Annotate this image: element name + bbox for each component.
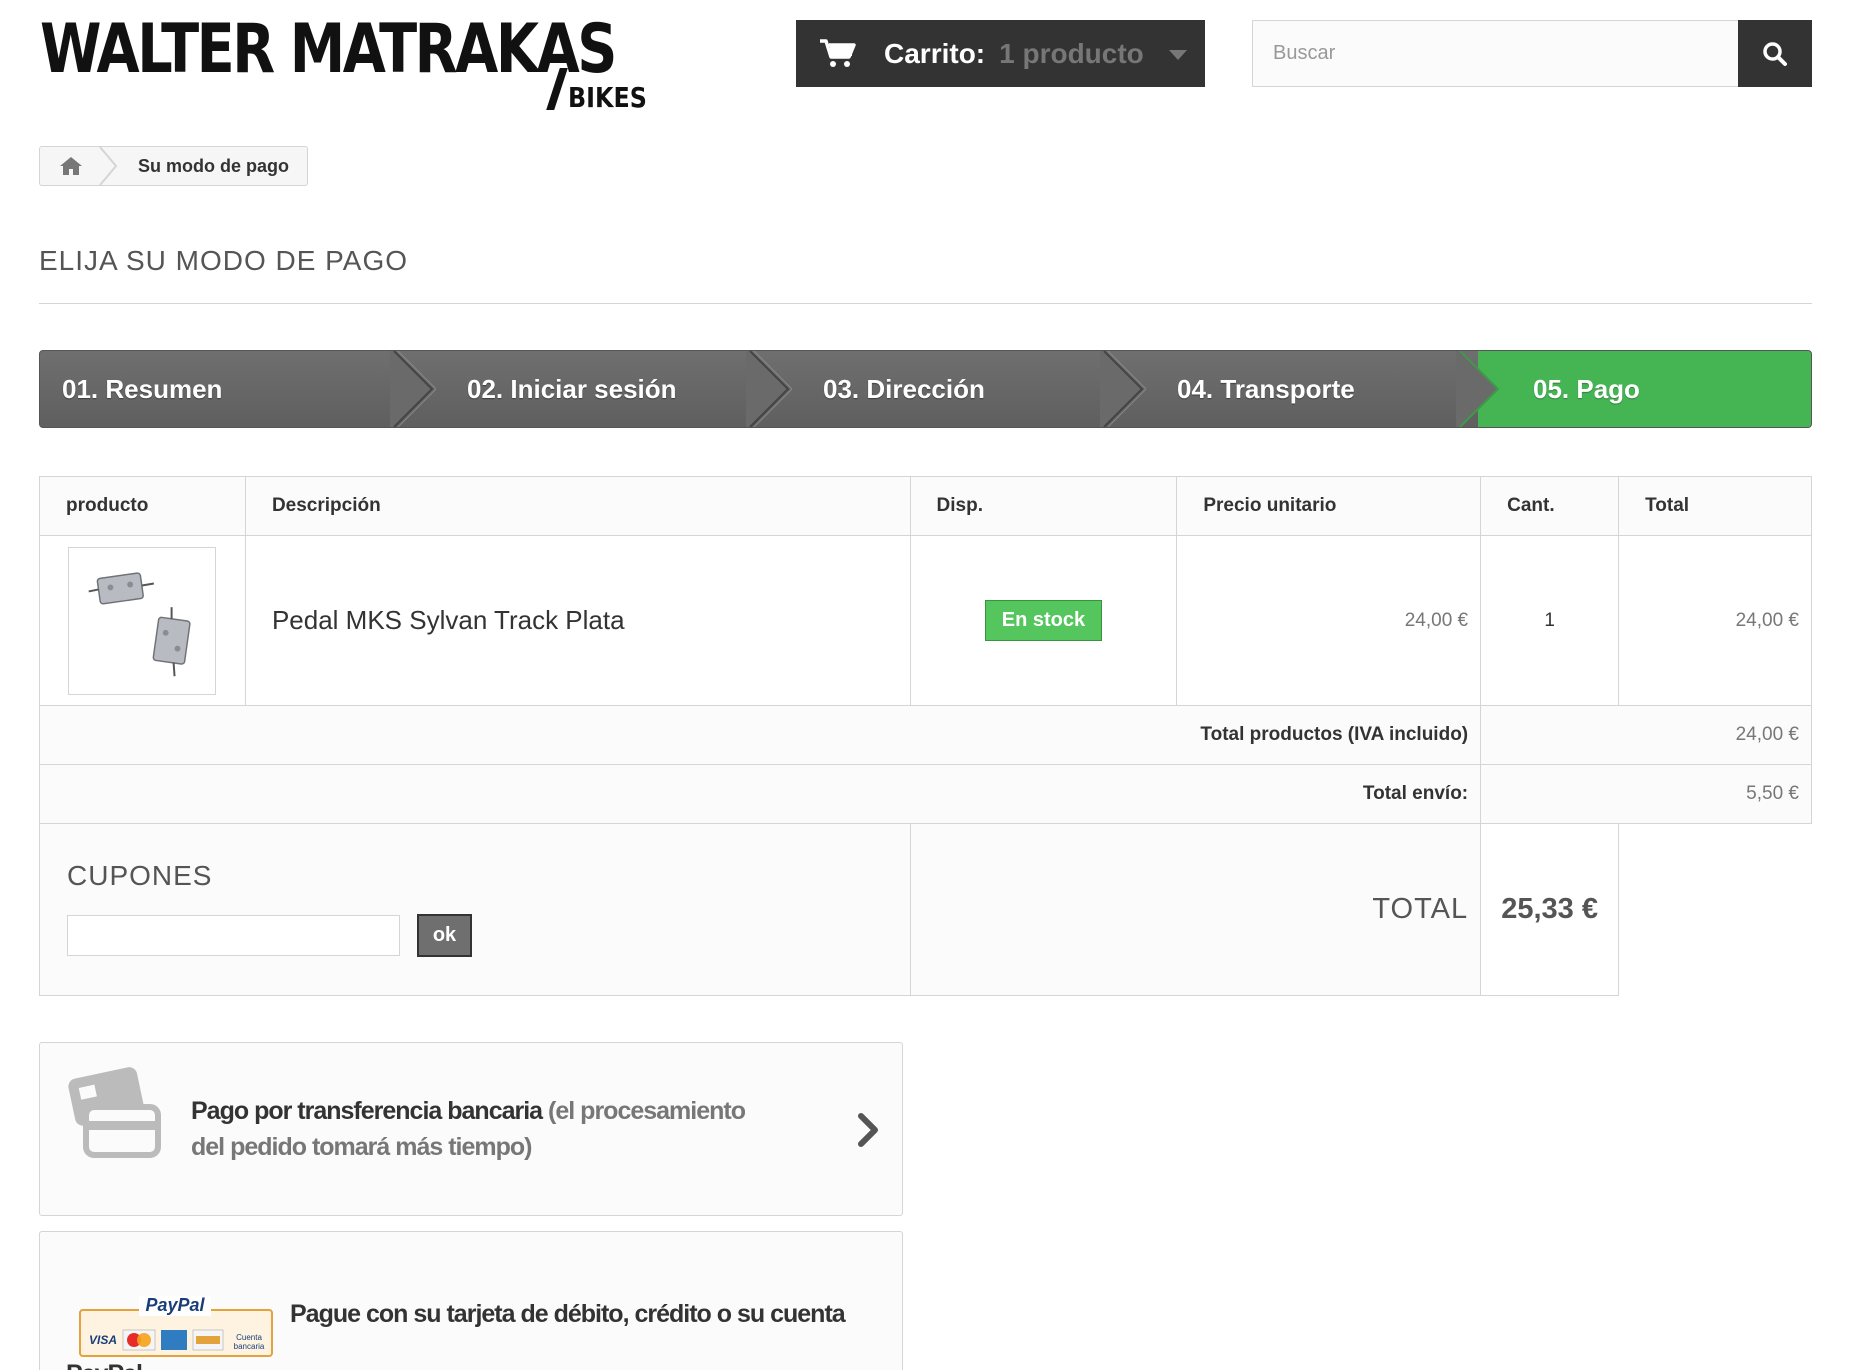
quantity: 1 xyxy=(1480,535,1620,706)
column-header: Disp. xyxy=(909,476,1178,536)
product-image-cell xyxy=(39,535,246,706)
column-header: Precio unitario xyxy=(1176,476,1482,536)
cart-icon xyxy=(820,38,856,67)
table-header-row: producto Descripción Disp. Precio unitar… xyxy=(39,476,1812,536)
breadcrumb-separator xyxy=(99,147,118,185)
products-total-label: Total productos (IVA incluido) xyxy=(38,705,1482,765)
total-value: 25,33 € xyxy=(1501,893,1598,925)
svg-text:bancaria: bancaria xyxy=(234,1342,265,1351)
availability-cell: En stock xyxy=(909,535,1178,706)
payment-option-bank-transfer[interactable]: Pago por transferencia bancaria (el proc… xyxy=(39,1042,903,1216)
credit-card-icon xyxy=(68,1067,161,1158)
coupon-submit-button[interactable]: ok xyxy=(417,914,472,957)
search-form xyxy=(1252,20,1812,87)
step-login[interactable]: 02. Iniciar sesión xyxy=(412,351,768,427)
breadcrumb: Su modo de pago xyxy=(39,146,308,186)
chevron-down-icon xyxy=(1169,50,1187,60)
shipping-total-label: Total envío: xyxy=(38,764,1482,824)
paypal-text: Pague con su tarjeta de débito, crédito … xyxy=(290,1300,846,1328)
step-summary[interactable]: 01. Resumen xyxy=(40,351,412,427)
step-arrow xyxy=(390,351,436,427)
total-label-cell: TOTAL xyxy=(909,823,1482,996)
title-divider xyxy=(39,303,1812,304)
coupon-input[interactable] xyxy=(67,915,400,956)
svg-text:VISA: VISA xyxy=(89,1333,117,1347)
paypal-text-2: PayPal xyxy=(66,1360,143,1370)
cart-label: Carrito: xyxy=(884,37,986,69)
step-label: 03. Dirección xyxy=(823,373,985,404)
product-description[interactable]: Pedal MKS Sylvan Track Plata xyxy=(244,535,911,706)
paypal-logo: PayPal VISA Cuenta bancaria xyxy=(79,1295,273,1357)
shipping-total-value: 5,50 € xyxy=(1480,764,1812,824)
column-header: Cant. xyxy=(1480,476,1620,536)
empty-cell xyxy=(1618,823,1812,996)
store-logo[interactable]: WALTER MATRAKAS BIKES xyxy=(40,16,647,112)
step-label: 04. Transporte xyxy=(1177,373,1355,404)
chevron-right-icon xyxy=(858,1113,878,1147)
home-icon xyxy=(60,157,82,175)
column-header: Total xyxy=(1618,476,1812,536)
unit-price: 24,00 € xyxy=(1176,535,1482,706)
logo-subtext: BIKES xyxy=(568,81,647,114)
checkout-steps: 01. Resumen 02. Iniciar sesión 03. Direc… xyxy=(39,350,1812,428)
line-total: 24,00 € xyxy=(1618,535,1812,706)
total-label: TOTAL xyxy=(1372,893,1469,925)
breadcrumb-current: Su modo de pago xyxy=(138,155,289,176)
bank-transfer-text: Pago por transferencia bancaria (el proc… xyxy=(191,1093,781,1165)
step-shipping[interactable]: 04. Transporte xyxy=(1122,351,1478,427)
step-arrow xyxy=(746,351,792,427)
coupon-title: CUPONES xyxy=(67,860,213,891)
cart-summary-table: producto Descripción Disp. Precio unitar… xyxy=(38,476,1812,996)
search-button[interactable] xyxy=(1738,20,1812,87)
shipping-total-row: Total envío: 5,50 € xyxy=(38,764,1812,824)
step-label: 05. Pago xyxy=(1533,373,1640,404)
search-input[interactable] xyxy=(1253,21,1741,86)
products-total-row: Total productos (IVA incluido) 24,00 € xyxy=(38,705,1812,765)
step-label: 02. Iniciar sesión xyxy=(467,373,677,404)
step-payment[interactable]: 05. Pago xyxy=(1478,351,1811,427)
grand-total-row: CUPONES ok TOTAL 25,33 € xyxy=(39,823,1812,996)
table-row: Pedal MKS Sylvan Track Plata En stock 24… xyxy=(39,535,1812,706)
step-label: 01. Resumen xyxy=(62,373,223,404)
coupon-section: CUPONES ok xyxy=(39,823,911,996)
payment-option-paypal[interactable]: PayPal VISA Cuenta bancaria Pague con su… xyxy=(39,1231,903,1370)
breadcrumb-home[interactable] xyxy=(40,147,102,185)
stock-badge: En stock xyxy=(984,600,1103,641)
bank-transfer-title: Pago por transferencia bancaria xyxy=(191,1097,543,1125)
svg-text:PayPal: PayPal xyxy=(145,1295,205,1315)
column-header: Descripción xyxy=(244,476,911,536)
page-title: ELIJA SU MODO DE PAGO xyxy=(39,245,409,276)
total-value-cell: 25,33 € xyxy=(1480,823,1620,996)
step-address[interactable]: 03. Dirección xyxy=(768,351,1122,427)
logo-text: WALTER MATRAKAS xyxy=(40,10,617,89)
svg-text:Cuenta: Cuenta xyxy=(236,1333,262,1342)
column-header: producto xyxy=(39,476,246,536)
cart-button[interactable]: Carrito: 1 producto xyxy=(796,20,1205,87)
cart-count: 1 producto xyxy=(999,37,1144,69)
search-icon xyxy=(1763,41,1787,66)
step-arrow xyxy=(1456,351,1500,427)
pedal-image[interactable] xyxy=(68,546,217,695)
products-total-value: 24,00 € xyxy=(1480,705,1812,765)
step-arrow xyxy=(1100,351,1146,427)
